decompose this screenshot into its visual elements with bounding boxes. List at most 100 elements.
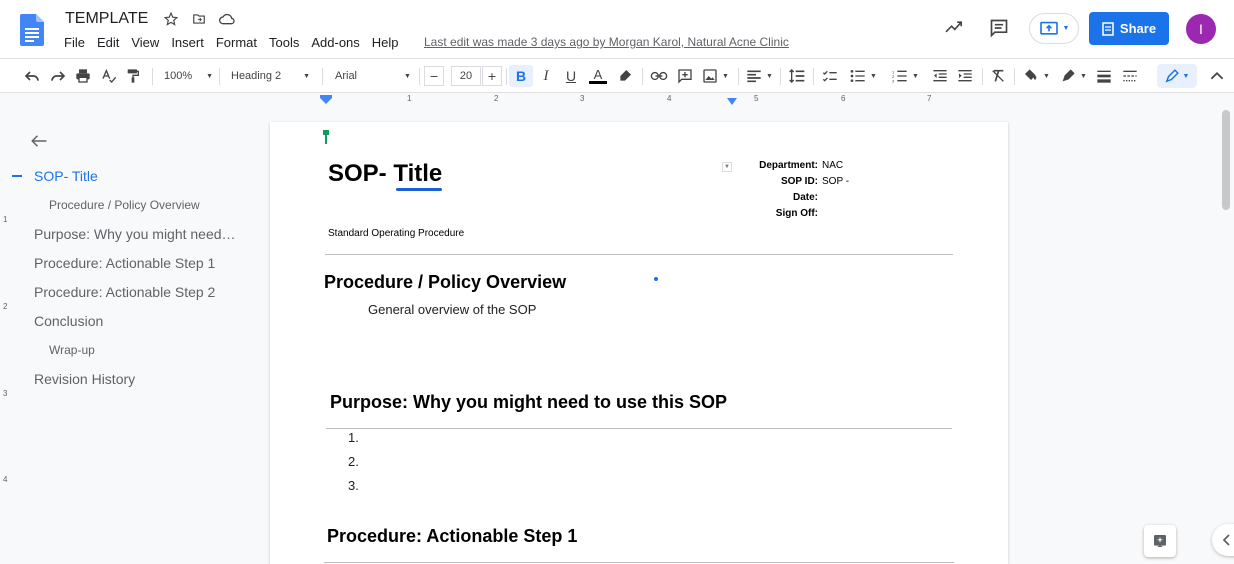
menu-tools[interactable]: Tools: [263, 35, 305, 50]
cloud-status-icon[interactable]: [218, 10, 236, 28]
border-width-icon[interactable]: [1096, 67, 1112, 85]
menu-insert[interactable]: Insert: [165, 35, 210, 50]
align-icon[interactable]: ▼: [746, 67, 773, 85]
meta-label: SOP ID:: [780, 176, 818, 187]
outline-item-step-1[interactable]: Procedure: Actionable Step 1: [34, 255, 215, 271]
svg-text:3: 3: [892, 79, 895, 83]
style-select[interactable]: Heading 2 ▼: [231, 67, 310, 85]
highlight-color-icon[interactable]: [617, 67, 633, 85]
list-item[interactable]: 2.: [348, 454, 359, 478]
italic-button[interactable]: I: [539, 67, 553, 85]
decrease-font-size-button[interactable]: −: [424, 66, 444, 86]
close-outline-icon[interactable]: [30, 133, 48, 154]
heading-policy-overview[interactable]: Procedure / Policy Overview: [324, 272, 566, 293]
menu-view[interactable]: View: [125, 35, 165, 50]
last-edit-link[interactable]: Last edit was made 3 days ago by Morgan …: [424, 35, 789, 49]
document-page[interactable]: SOP- Title Standard Operating Procedure …: [270, 122, 1008, 564]
comment-history-icon[interactable]: [989, 18, 1009, 43]
activity-dashboard-icon[interactable]: [944, 19, 964, 40]
horizontal-ruler[interactable]: 1 2 3 4 5 6 7: [270, 93, 1008, 107]
overview-text[interactable]: General overview of the SOP: [368, 302, 536, 317]
insert-image-icon[interactable]: ▼: [702, 67, 729, 85]
increase-indent-icon[interactable]: [957, 67, 973, 85]
outline-item-conclusion[interactable]: Conclusion: [34, 313, 103, 329]
outline-item-revision-history[interactable]: Revision History: [34, 371, 135, 387]
subtitle[interactable]: Standard Operating Procedure: [328, 228, 464, 239]
line-spacing-icon[interactable]: [788, 67, 806, 85]
style-value: Heading 2: [231, 70, 282, 82]
heading-step-1[interactable]: Procedure: Actionable Step 1: [327, 526, 577, 547]
side-panel-toggle[interactable]: [1212, 524, 1234, 556]
meta-value[interactable]: NAC: [822, 160, 843, 176]
border-dash-icon[interactable]: [1122, 67, 1138, 85]
document-title[interactable]: TEMPLATE: [65, 10, 148, 28]
font-value: Arial: [335, 70, 358, 82]
title-word: Title: [393, 160, 443, 187]
insert-link-icon[interactable]: [650, 67, 668, 85]
zoom-value: 100%: [164, 70, 193, 82]
avatar[interactable]: I: [1186, 14, 1216, 44]
menu-help[interactable]: Help: [366, 35, 405, 50]
menu-format[interactable]: Format: [210, 35, 263, 50]
move-folder-icon[interactable]: [190, 10, 208, 28]
metadata-table[interactable]: Department: NAC SOP ID: SOP - Date: Sign O…: [740, 160, 849, 224]
list-item[interactable]: 3.: [348, 478, 359, 502]
menu-edit[interactable]: Edit: [91, 35, 125, 50]
print-icon[interactable]: [75, 67, 91, 85]
clear-formatting-icon[interactable]: [990, 67, 1006, 85]
editing-mode-button[interactable]: ▼: [1157, 64, 1197, 88]
insert-comment-icon[interactable]: [677, 67, 693, 85]
underline-button[interactable]: U: [564, 67, 578, 85]
outline-active-marker: [12, 175, 22, 177]
zoom-select[interactable]: 100% ▼: [164, 67, 213, 85]
ruler-number: 6: [841, 94, 846, 103]
present-button[interactable]: ▼: [1029, 13, 1079, 44]
heading-purpose[interactable]: Purpose: Why you might need to use this …: [330, 392, 727, 413]
ruler-number: 3: [580, 94, 585, 103]
bold-button[interactable]: B: [509, 65, 533, 87]
collapse-menus-icon[interactable]: [1210, 67, 1224, 85]
table-dropdown-icon[interactable]: ▼: [722, 162, 732, 172]
outline-item-wrap-up[interactable]: Wrap-up: [49, 343, 95, 357]
undo-icon[interactable]: [24, 67, 40, 85]
meta-value[interactable]: SOP -: [822, 176, 849, 192]
pencil-icon: [1165, 69, 1179, 83]
redo-icon[interactable]: [50, 67, 66, 85]
border-color-icon[interactable]: ▼: [1060, 67, 1087, 85]
font-select[interactable]: Arial ▼: [335, 67, 411, 85]
spellcheck-icon[interactable]: [101, 67, 117, 85]
increase-font-size-button[interactable]: +: [482, 66, 502, 86]
outline-item-step-2[interactable]: Procedure: Actionable Step 2: [34, 284, 215, 300]
chevron-down-icon: ▼: [912, 72, 919, 80]
menu-addons[interactable]: Add-ons: [305, 35, 365, 50]
list-item[interactable]: 1.: [348, 430, 359, 454]
vertical-ruler[interactable]: 1 2 3 4: [0, 107, 12, 564]
explore-button[interactable]: [1144, 525, 1176, 557]
chevron-down-icon: ▼: [1062, 25, 1070, 32]
numbered-list-icon[interactable]: 123 ▼: [892, 67, 919, 85]
document-heading-title[interactable]: SOP- Title: [328, 160, 442, 188]
chevron-down-icon: ▼: [206, 72, 214, 80]
ruler-number: 4: [3, 475, 8, 484]
share-button[interactable]: Share: [1089, 12, 1169, 45]
menu-file[interactable]: File: [58, 35, 91, 50]
purpose-numbered-list[interactable]: 1. 2. 3.: [348, 430, 359, 502]
paint-format-icon[interactable]: [126, 67, 140, 85]
docs-logo-icon[interactable]: [20, 14, 44, 46]
divider: [324, 562, 954, 563]
outline-item-purpose[interactable]: Purpose: Why you might need…: [34, 226, 236, 242]
font-size-input[interactable]: 20: [451, 66, 481, 86]
meta-row: Department: NAC: [740, 160, 849, 176]
explore-icon: [1154, 535, 1166, 547]
right-indent-marker-icon[interactable]: [727, 98, 737, 106]
outline-item-policy-overview[interactable]: Procedure / Policy Overview: [49, 198, 200, 212]
decrease-indent-icon[interactable]: [932, 67, 948, 85]
vertical-scrollbar[interactable]: [1222, 110, 1230, 210]
bulleted-list-icon[interactable]: ▼: [850, 67, 877, 85]
outline-item-sop-title[interactable]: SOP- Title: [34, 168, 98, 184]
checklist-icon[interactable]: [822, 67, 838, 85]
star-icon[interactable]: [162, 10, 180, 28]
left-indent-marker-icon[interactable]: [320, 95, 332, 105]
text-color-button[interactable]: A: [589, 67, 607, 85]
fill-color-icon[interactable]: ▼: [1023, 67, 1050, 85]
